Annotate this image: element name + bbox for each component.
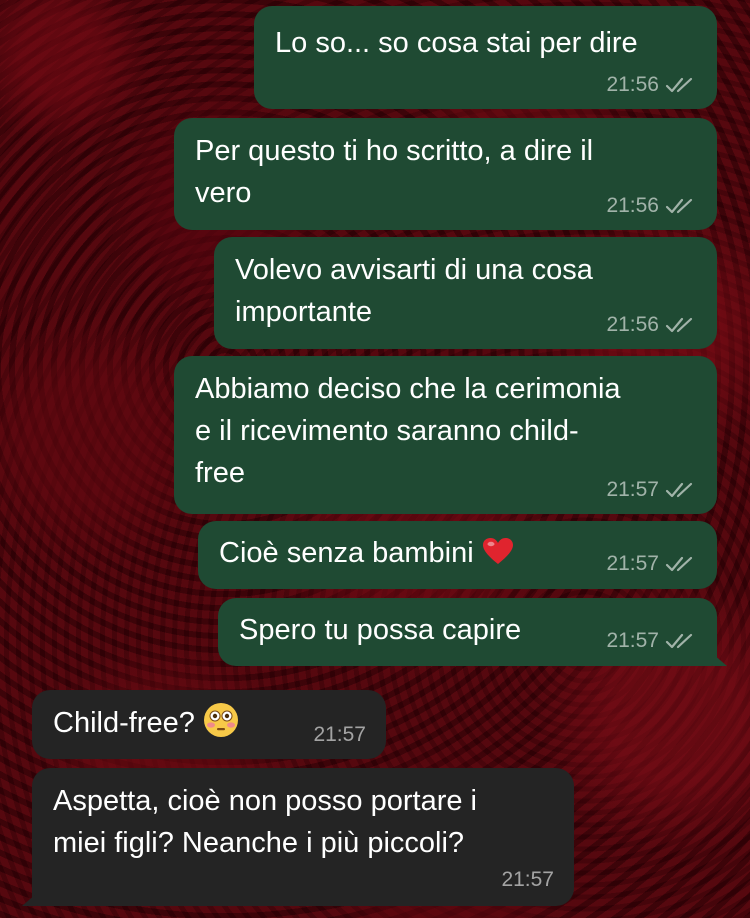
- double-check-icon: [665, 77, 693, 93]
- flushed-face-icon: [203, 703, 238, 737]
- message-time: 21:57: [606, 629, 659, 652]
- double-check-icon: [665, 633, 693, 649]
- message-time: 21:57: [606, 552, 659, 575]
- message-incoming[interactable]: Child-free? 21:57: [32, 690, 386, 759]
- message-outgoing[interactable]: Spero tu possa capire 21:57: [218, 598, 727, 666]
- double-check-icon: [665, 317, 693, 333]
- message-meta: 21:56: [606, 194, 697, 218]
- message-line: Aspetta, cioè non posso portare i: [53, 785, 477, 817]
- message-line: free: [195, 457, 245, 489]
- message-incoming[interactable]: Aspetta, cioè non posso portare i miei f…: [22, 768, 574, 906]
- message-line: Per questo ti ho scritto, a dire il: [195, 135, 594, 167]
- message-meta: 21:57: [501, 868, 554, 892]
- message-line: Volevo avvisarti di una cosa: [235, 254, 593, 286]
- message-time: 21:57: [313, 723, 366, 746]
- chat-conversation: Lo so... so cosa stai per dire 21:56 Per…: [0, 0, 750, 918]
- message-text: Per questo ti ho scritto, a dire il vero: [195, 130, 593, 214]
- message-text: Child-free?: [53, 702, 239, 744]
- message-time: 21:56: [606, 194, 659, 217]
- message-outgoing[interactable]: Volevo avvisarti di una cosa importante …: [214, 237, 717, 349]
- message-text: Cioè senza bambini: [219, 532, 514, 574]
- message-outgoing[interactable]: Per questo ti ho scritto, a dire il vero…: [174, 118, 717, 230]
- message-text: Abbiamo deciso che la cerimonia e il ric…: [195, 368, 621, 494]
- message-text: Volevo avvisarti di una cosa importante: [235, 249, 593, 333]
- message-text: Spero tu possa capire: [239, 614, 522, 646]
- message-line: Cioè senza bambini: [219, 537, 474, 569]
- bubble-tail: [713, 654, 727, 666]
- message-outgoing[interactable]: Lo so... so cosa stai per dire 21:56: [254, 6, 717, 109]
- message-time: 21:56: [606, 73, 659, 96]
- message-meta: 21:56: [606, 313, 697, 337]
- message-line: importante: [235, 296, 373, 328]
- message-meta: 21:57: [313, 723, 366, 747]
- message-line: e il ricevimento saranno child-: [195, 415, 579, 447]
- message-meta: 21:57: [606, 478, 697, 502]
- message-time: 21:56: [606, 313, 659, 336]
- bubble-tail: [22, 894, 36, 906]
- message-line: Child-free?: [53, 707, 195, 739]
- message-text: Aspetta, cioè non posso portare i miei f…: [53, 780, 477, 864]
- double-check-icon: [665, 556, 693, 572]
- double-check-icon: [665, 198, 693, 214]
- message-time: 21:57: [501, 868, 554, 891]
- message-time: 21:57: [606, 478, 659, 501]
- message-meta: 21:57: [606, 629, 697, 653]
- message-outgoing[interactable]: Cioè senza bambini 21:57: [198, 521, 717, 589]
- red-heart-icon: [482, 538, 513, 564]
- message-meta: 21:56: [606, 73, 697, 97]
- message-line: miei figli? Neanche i più piccoli?: [53, 827, 465, 859]
- message-meta: 21:57: [606, 552, 697, 576]
- message-line: vero: [195, 177, 252, 209]
- message-text: Lo so... so cosa stai per dire: [275, 27, 638, 59]
- message-outgoing[interactable]: Abbiamo deciso che la cerimonia e il ric…: [174, 356, 717, 514]
- message-line: Abbiamo deciso che la cerimonia: [195, 373, 621, 405]
- double-check-icon: [665, 482, 693, 498]
